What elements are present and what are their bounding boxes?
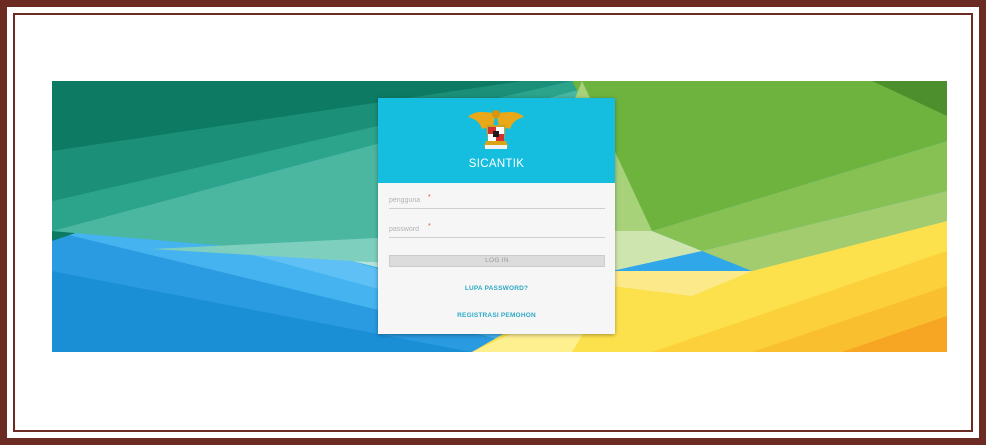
login-card-header: SICANTIK (378, 98, 615, 183)
password-input[interactable] (389, 223, 605, 236)
garuda-emblem-icon (468, 110, 524, 149)
username-input[interactable] (389, 194, 605, 207)
password-field[interactable]: * (389, 223, 605, 238)
login-card: SICANTIK * * LOG IN LUPA PASSWORD? REGIS… (378, 98, 615, 334)
forgot-password-link[interactable]: LUPA PASSWORD? (378, 285, 615, 292)
register-link[interactable]: REGISTRASI PEMOHON (378, 312, 615, 319)
required-mark: * (428, 223, 431, 230)
login-button[interactable]: LOG IN (389, 255, 605, 267)
required-mark: * (428, 194, 431, 201)
username-field[interactable]: * (389, 194, 605, 209)
app-title: SICANTIK (468, 158, 525, 170)
